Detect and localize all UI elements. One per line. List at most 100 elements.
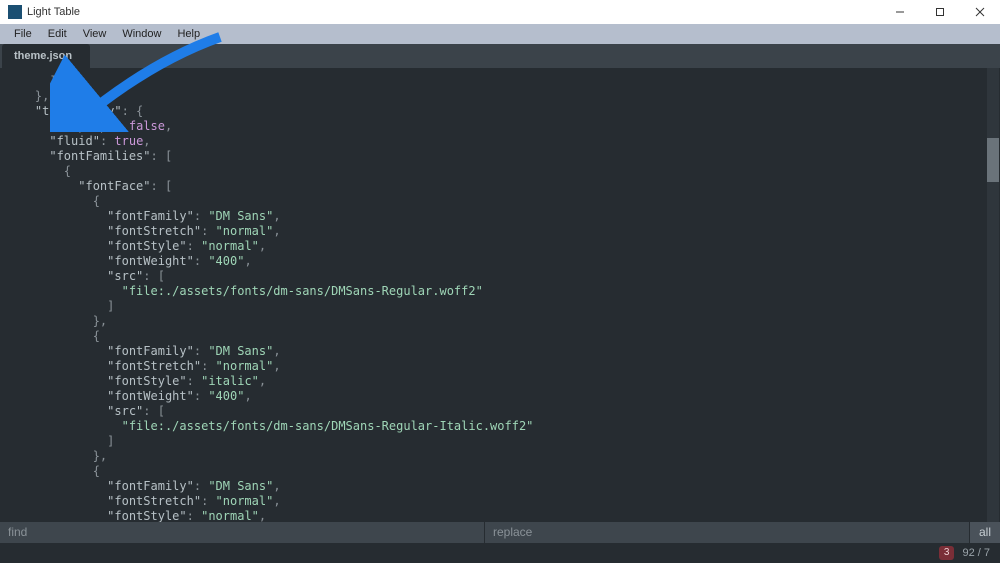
code-line: }, — [6, 449, 1000, 464]
token-punct: ] — [107, 434, 114, 448]
menu-file[interactable]: File — [6, 24, 40, 44]
scrollbar-thumb[interactable] — [987, 138, 999, 182]
token-punct: : — [187, 374, 201, 388]
token-punct: : — [194, 479, 208, 493]
vertical-scrollbar[interactable] — [987, 68, 999, 522]
window-titlebar: Light Table — [0, 0, 1000, 24]
window-maximize-button[interactable] — [920, 0, 960, 24]
token-key: "fluid" — [49, 134, 100, 148]
token-punct: { — [93, 464, 100, 478]
token-punct: : — [114, 119, 128, 133]
token-str: "normal" — [201, 239, 259, 253]
token-str: "DM Sans" — [208, 209, 273, 223]
token-punct: : [ — [143, 404, 165, 418]
token-punct: : { — [122, 104, 144, 118]
token-punct: { — [64, 164, 71, 178]
maximize-icon — [935, 7, 945, 17]
token-key: "fontStretch" — [107, 494, 201, 508]
error-count-badge[interactable]: 3 — [939, 546, 955, 560]
token-punct: }, — [35, 89, 49, 103]
token-punct: , — [259, 239, 266, 253]
window-close-button[interactable] — [960, 0, 1000, 24]
code-line: "src": [ — [6, 269, 1000, 284]
code-line: "src": [ — [6, 404, 1000, 419]
token-punct: : [ — [151, 179, 173, 193]
token-punct: : [ — [143, 269, 165, 283]
code-line: "fluid": true, — [6, 134, 1000, 149]
token-key: "fontFamilies" — [49, 149, 150, 163]
token-key: "fontFamily" — [107, 479, 194, 493]
code-line: ] — [6, 74, 1000, 89]
token-key: "typography" — [35, 104, 122, 118]
code-line: "fontStretch": "normal", — [6, 494, 1000, 509]
code-line: "fontStretch": "normal", — [6, 224, 1000, 239]
token-punct: { — [93, 194, 100, 208]
token-punct: , — [259, 374, 266, 388]
find-replace-bar: find replace all — [0, 522, 1000, 543]
token-punct: : — [201, 359, 215, 373]
token-punct: }, — [93, 314, 107, 328]
token-str: "DM Sans" — [208, 344, 273, 358]
window-title: Light Table — [27, 6, 80, 18]
token-key: "fontStretch" — [107, 224, 201, 238]
tab-strip: theme.json — [0, 44, 1000, 68]
find-input[interactable]: find — [0, 522, 485, 543]
token-punct: , — [259, 509, 266, 522]
token-key: "fontStretch" — [107, 359, 201, 373]
code-line: "fontStretch": "normal", — [6, 359, 1000, 374]
token-key: "fontWeight" — [107, 389, 194, 403]
code-line: "fontFamily": "DM Sans", — [6, 209, 1000, 224]
token-str: "DM Sans" — [208, 479, 273, 493]
token-key: "fontStyle" — [107, 509, 186, 522]
token-bool: true — [114, 134, 143, 148]
code-line: "fontFace": [ — [6, 179, 1000, 194]
menu-view[interactable]: View — [75, 24, 115, 44]
token-punct: : — [187, 509, 201, 522]
code-line: "fontFamily": "DM Sans", — [6, 479, 1000, 494]
token-key: "src" — [107, 269, 143, 283]
token-punct: : — [201, 224, 215, 238]
code-line: "fontFamilies": [ — [6, 149, 1000, 164]
token-punct: , — [165, 119, 172, 133]
cursor-position: 92 / 7 — [962, 547, 990, 559]
token-punct: , — [273, 209, 280, 223]
token-punct: , — [273, 344, 280, 358]
token-key: "fontFamily" — [107, 209, 194, 223]
token-str: "normal" — [216, 494, 274, 508]
token-punct: : — [194, 209, 208, 223]
code-line: "file:./assets/fonts/dm-sans/DMSans-Regu… — [6, 284, 1000, 299]
token-str: "normal" — [216, 359, 274, 373]
token-punct: { — [93, 329, 100, 343]
token-str: "normal" — [201, 509, 259, 522]
tab-theme-json[interactable]: theme.json — [2, 44, 90, 68]
token-punct: , — [244, 254, 251, 268]
token-punct: }, — [93, 449, 107, 463]
code-line: "fontStyle": "italic", — [6, 374, 1000, 389]
token-str: "file:./assets/fonts/dm-sans/DMSans-Regu… — [122, 284, 483, 298]
code-line: "fontStyle": "normal", — [6, 509, 1000, 522]
replace-all-button[interactable]: all — [970, 522, 1000, 543]
code-line: { — [6, 464, 1000, 479]
token-bool: false — [129, 119, 165, 133]
menu-edit[interactable]: Edit — [40, 24, 75, 44]
code-line: "fontWeight": "400", — [6, 389, 1000, 404]
code-line: "typography": { — [6, 104, 1000, 119]
token-punct: : — [194, 344, 208, 358]
token-punct: : — [187, 239, 201, 253]
workspace: theme.json ] }, "typography": { "dropCap… — [0, 44, 1000, 563]
token-str: "400" — [208, 254, 244, 268]
token-punct: , — [273, 494, 280, 508]
menu-window[interactable]: Window — [114, 24, 169, 44]
menu-help[interactable]: Help — [169, 24, 208, 44]
token-str: "italic" — [201, 374, 259, 388]
token-punct: , — [273, 479, 280, 493]
token-punct: , — [273, 359, 280, 373]
code-line: }, — [6, 314, 1000, 329]
code-line: ] — [6, 299, 1000, 314]
token-key: "src" — [107, 404, 143, 418]
replace-input[interactable]: replace — [485, 522, 970, 543]
code-line: { — [6, 164, 1000, 179]
window-minimize-button[interactable] — [880, 0, 920, 24]
code-editor[interactable]: ] }, "typography": { "dropCap": false, "… — [0, 68, 1000, 522]
minimize-icon — [895, 7, 905, 17]
